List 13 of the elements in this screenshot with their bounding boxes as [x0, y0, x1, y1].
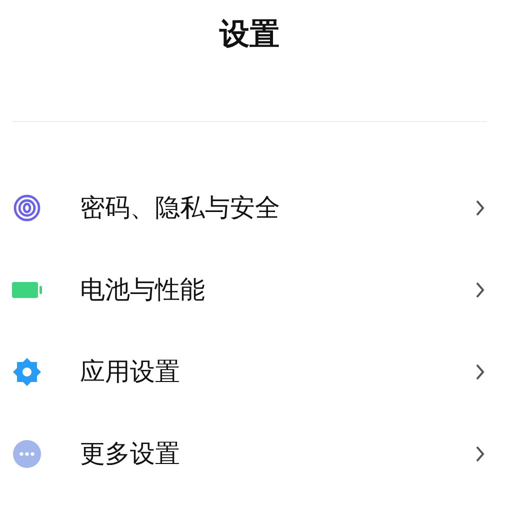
settings-item[interactable]: 电池与性能	[12, 248, 487, 331]
more-icon	[13, 440, 41, 468]
settings-icon	[12, 356, 42, 386]
settings-item[interactable]: 应用设置	[12, 330, 487, 413]
chevron-icon	[475, 198, 485, 216]
battery-icon	[12, 282, 42, 298]
page-title: 设置	[220, 17, 280, 52]
chevron-icon	[475, 444, 485, 462]
chevron-icon	[475, 362, 485, 380]
fingerprint-icon	[13, 194, 41, 222]
settings-item[interactable]: 更多设置	[12, 412, 487, 495]
settings-item[interactable]: 密码、隐私与安全	[12, 166, 487, 249]
chevron-icon	[475, 280, 485, 298]
